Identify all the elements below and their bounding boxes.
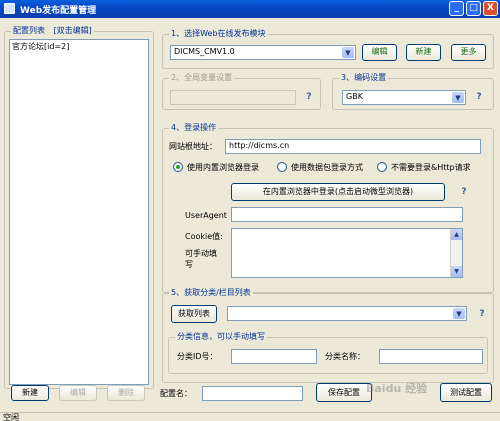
module-more-button[interactable]: 更多 (451, 44, 486, 61)
watermark: Baidu 经验 (366, 382, 428, 395)
chevron-down-icon[interactable]: ▼ (342, 47, 354, 58)
login-legend: 4、登录操作 (169, 123, 219, 133)
get-list-button[interactable]: 获取列表 (171, 305, 217, 323)
scroll-down-icon[interactable]: ▼ (451, 266, 462, 277)
config-listbox[interactable]: 官方论坛[id=2] (9, 39, 149, 385)
help-icon[interactable]: ? (459, 187, 469, 198)
window-title: Web发布配置管理 (20, 6, 97, 16)
category-group: 5、获取分类/栏目列表 获取列表 ▼ ? 分类信息，可以手动填写 分类ID号： … (162, 288, 494, 383)
config-name-label: 配置名： (160, 389, 192, 398)
test-config-button[interactable]: 测试配置 (440, 383, 492, 402)
app-icon (4, 3, 15, 14)
module-legend: 1、选择Web在线发布模块 (169, 29, 268, 39)
config-list-group: 配置列表 [双击编辑] 官方论坛[id=2] (4, 26, 154, 389)
encoding-value: GBK (346, 92, 363, 101)
global-vars-group: 2、全局变量设置 ? (162, 73, 321, 110)
editable-label-2: 写 (185, 260, 193, 269)
launch-browser-button[interactable]: 在内置浏览器中登录(点击启动微型浏览器) (231, 183, 445, 201)
module-group: 1、选择Web在线发布模块 DICMS_CMV1.0 ▼ 编辑 新建 更多 (162, 29, 494, 69)
category-id-input[interactable] (231, 349, 317, 364)
useragent-label: UserAgent (185, 211, 227, 220)
encoding-group: 3、编码设置 GBK ▼ ? (332, 73, 494, 110)
chevron-down-icon[interactable]: ▼ (453, 308, 465, 319)
chevron-down-icon[interactable]: ▼ (452, 92, 464, 103)
module-new-button[interactable]: 新建 (406, 44, 441, 61)
help-icon[interactable]: ? (474, 92, 484, 103)
category-info-group: 分类信息，可以手动填写 分类ID号： 分类名称： (168, 332, 488, 374)
category-select[interactable]: ▼ (227, 306, 467, 321)
status-text: 空闲 (3, 413, 19, 421)
category-legend: 5、获取分类/栏目列表 (169, 288, 253, 298)
radio-no-login-label[interactable]: 不需要登录&Http请求 (391, 163, 471, 173)
maximize-button[interactable]: □ (466, 1, 481, 16)
config-list-title: 配置列表 (13, 26, 45, 35)
category-name-label: 分类名称： (325, 352, 365, 361)
global-vars-legend: 2、全局变量设置 (169, 73, 235, 83)
save-config-button[interactable]: 保存配置 (316, 383, 372, 402)
category-name-input[interactable] (379, 349, 483, 364)
config-list-legend: 配置列表 [双击编辑] (11, 26, 94, 36)
login-group: 4、登录操作 网站根地址： http://dicms.cn 使用内置浏览器登录 … (162, 123, 494, 293)
cookie-textarea[interactable]: ▲ ▼ (231, 228, 463, 278)
help-icon[interactable]: ? (304, 92, 314, 103)
delete-config-button: 删除 (107, 385, 145, 401)
title-bar: Web发布配置管理 _ □ X (0, 0, 500, 18)
config-list-item[interactable]: 官方论坛[id=2] (12, 42, 69, 52)
radio-builtin-browser-label[interactable]: 使用内置浏览器登录 (187, 163, 259, 173)
editable-label-1: 可手动填 (185, 249, 217, 258)
encoding-select[interactable]: GBK ▼ (342, 90, 466, 105)
encoding-legend: 3、编码设置 (339, 73, 389, 83)
close-button[interactable]: X (483, 1, 498, 16)
radio-builtin-browser[interactable] (173, 162, 183, 172)
root-url-input[interactable]: http://dicms.cn (225, 139, 481, 154)
radio-no-login[interactable] (377, 162, 387, 172)
root-url-label: 网站根地址： (169, 142, 217, 151)
module-select[interactable]: DICMS_CMV1.0 ▼ (170, 45, 356, 60)
config-list-hint: [双击编辑] (53, 26, 92, 35)
cookie-label: Cookie值: (185, 232, 223, 241)
root-url-value: http://dicms.cn (229, 141, 290, 150)
radio-packet-login[interactable] (277, 162, 287, 172)
config-name-input[interactable] (202, 386, 303, 401)
cookie-scrollbar[interactable]: ▲ ▼ (450, 229, 462, 277)
minimize-button[interactable]: _ (449, 1, 464, 16)
category-info-legend: 分类信息，可以手动填写 (175, 332, 267, 342)
edit-config-button: 编辑 (59, 385, 97, 401)
help-icon[interactable]: ? (477, 309, 487, 320)
useragent-input[interactable] (231, 207, 463, 222)
window-client: 配置列表 [双击编辑] 官方论坛[id=2] 1、选择Web在线发布模块 DIC… (0, 18, 500, 421)
module-value: DICMS_CMV1.0 (174, 47, 235, 56)
status-bar: 空闲 (0, 412, 500, 421)
scroll-up-icon[interactable]: ▲ (451, 229, 462, 240)
module-edit-button[interactable]: 编辑 (362, 44, 397, 61)
category-id-label: 分类ID号： (177, 352, 218, 361)
global-vars-input (170, 90, 296, 105)
new-config-button[interactable]: 新建 (11, 385, 49, 401)
radio-packet-login-label[interactable]: 使用数据包登录方式 (291, 163, 363, 173)
